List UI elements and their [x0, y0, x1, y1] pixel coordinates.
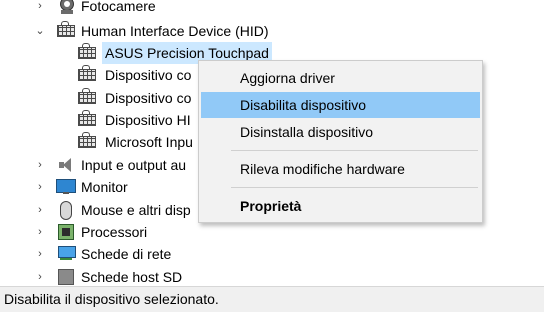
hid-device-icon — [78, 131, 100, 153]
expand-chevron-icon[interactable]: › — [34, 0, 46, 17]
status-bar: Disabilita il dispositivo selezionato. — [0, 286, 544, 312]
keyboard-icon — [57, 20, 79, 42]
expand-chevron-icon[interactable]: › — [34, 199, 46, 221]
expand-chevron-icon[interactable]: › — [34, 176, 46, 198]
tree-item-label: Monitor — [81, 179, 128, 195]
tree-item-label: Schede host SD — [81, 269, 183, 285]
hid-device-icon — [78, 42, 100, 64]
tree-item-label: Human Interface Device (HID) — [81, 23, 269, 39]
menu-item-update-driver[interactable]: Aggiorna driver — [201, 65, 480, 91]
tree-item-label: Microsoft Inpu — [105, 134, 193, 150]
expand-chevron-icon[interactable]: › — [34, 221, 46, 243]
hid-device-icon — [78, 87, 100, 109]
tree-item-label: Schede di rete — [81, 246, 172, 262]
expand-chevron-icon[interactable]: › — [34, 266, 46, 286]
network-adapter-icon — [56, 246, 76, 262]
hid-device-icon — [78, 64, 100, 86]
expand-chevron-icon[interactable]: › — [34, 243, 46, 265]
collapse-chevron-icon[interactable]: ⌄ — [34, 20, 46, 42]
expand-chevron-icon[interactable]: › — [34, 154, 46, 176]
hid-device-icon — [78, 109, 100, 131]
speaker-icon — [58, 157, 76, 173]
processor-icon — [58, 224, 74, 240]
menu-item-scan-hardware[interactable]: Rileva modifiche hardware — [201, 156, 480, 182]
tree-item-label: Processori — [81, 224, 148, 240]
status-text: Disabilita il dispositivo selezionato. — [4, 291, 219, 307]
menu-item-properties[interactable]: Proprietà — [201, 193, 480, 219]
tree-item-label: Fotocamere — [81, 0, 156, 14]
menu-item-disable-device[interactable]: Disabilita dispositivo — [201, 92, 480, 118]
menu-item-uninstall-device[interactable]: Disinstalla dispositivo — [201, 119, 480, 145]
menu-separator — [231, 150, 478, 151]
tree-item-label: Mouse e altri disp — [81, 202, 191, 218]
tree-item-label: Dispositivo co — [105, 90, 192, 106]
context-menu: Aggiorna driver Disabilita dispositivo D… — [198, 60, 483, 223]
monitor-icon — [56, 179, 76, 195]
menu-separator — [231, 187, 478, 188]
camera-icon — [58, 0, 76, 15]
tree-item-label: Dispositivo HI — [105, 112, 191, 128]
mouse-icon — [60, 201, 72, 220]
tree-item-label: Input e output au — [81, 157, 187, 173]
tree-item-label: Dispositivo co — [105, 67, 192, 83]
sd-host-icon — [58, 269, 74, 285]
